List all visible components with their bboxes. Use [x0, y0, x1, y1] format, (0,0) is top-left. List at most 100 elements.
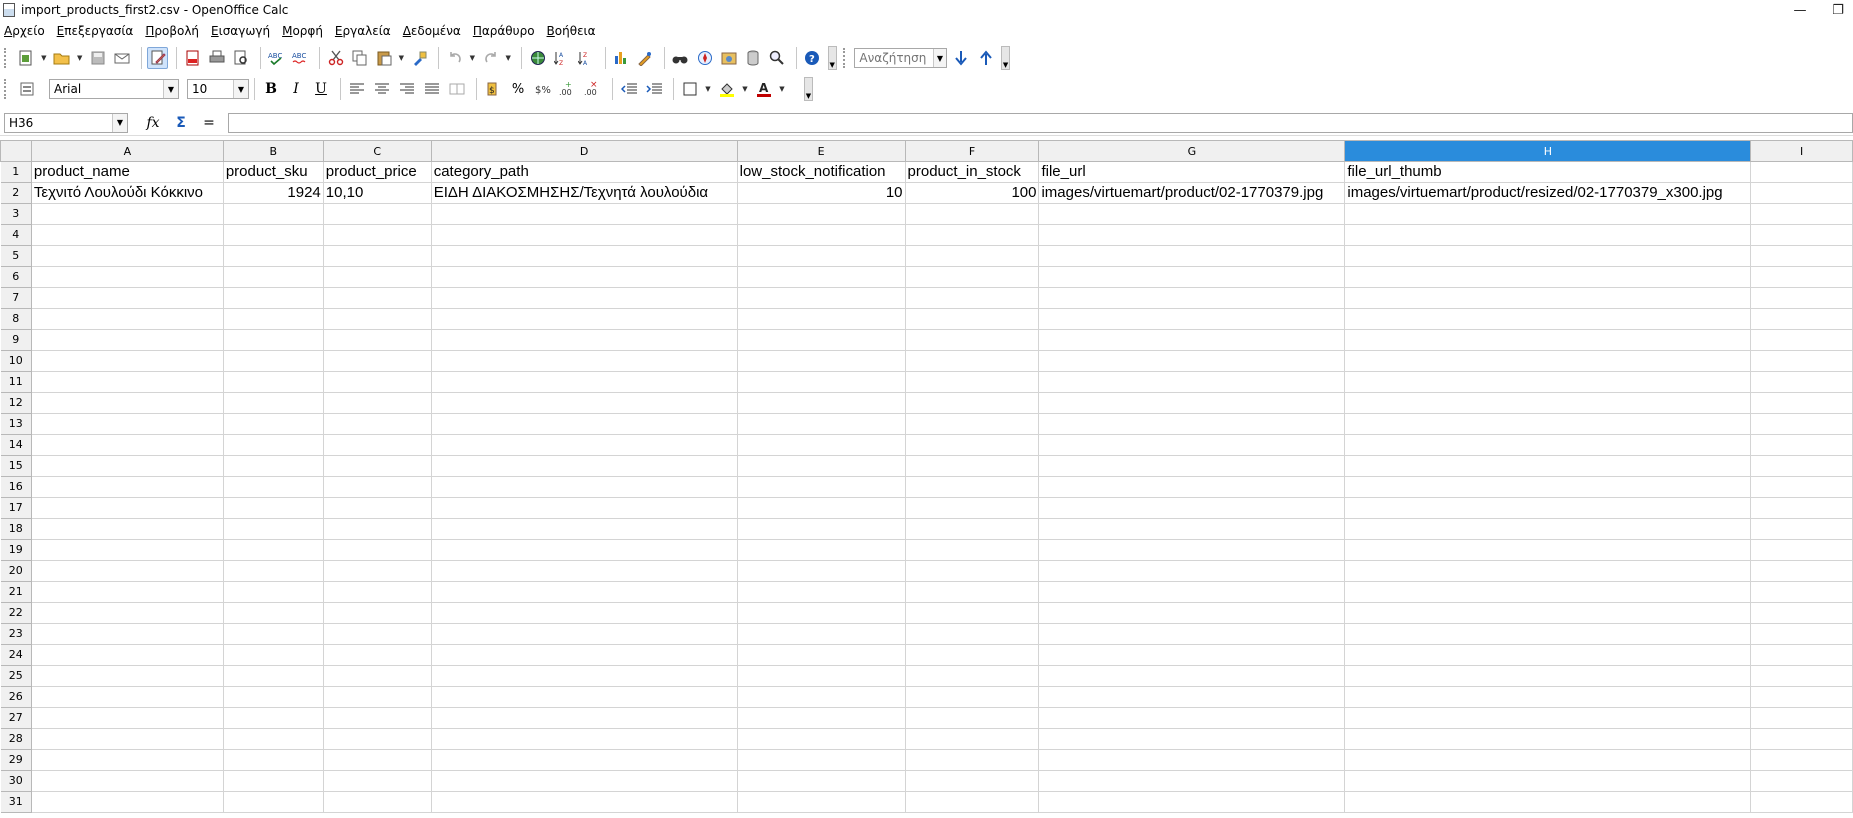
cell-f8[interactable] — [905, 308, 1040, 330]
cell-c3[interactable] — [323, 203, 432, 225]
background-color-dropdown-arrow[interactable]: ▼ — [741, 78, 749, 100]
cell-f29[interactable] — [905, 749, 1040, 771]
cell-i28[interactable] — [1750, 728, 1853, 750]
cell-i3[interactable] — [1750, 203, 1853, 225]
cell-d31[interactable] — [431, 791, 738, 813]
cell-g7[interactable] — [1038, 287, 1346, 309]
chevron-down-icon[interactable]: ▼ — [163, 80, 178, 98]
cell-b23[interactable] — [223, 623, 324, 645]
formula-equals-button[interactable]: = — [198, 112, 220, 134]
cell-d25[interactable] — [431, 665, 738, 687]
cell-c21[interactable] — [323, 581, 432, 603]
cell-b20[interactable] — [223, 560, 324, 582]
cell-f12[interactable] — [905, 392, 1040, 414]
open-dropdown-arrow[interactable]: ▼ — [76, 47, 84, 69]
cell-a19[interactable] — [31, 539, 224, 561]
cell-d8[interactable] — [431, 308, 738, 330]
font-color-dropdown-arrow[interactable]: ▼ — [778, 78, 786, 100]
cell-c17[interactable] — [323, 497, 432, 519]
cell-f15[interactable] — [905, 455, 1040, 477]
row-header[interactable]: 20 — [0, 560, 32, 582]
cell-e10[interactable] — [737, 350, 906, 372]
cell-a27[interactable] — [31, 707, 224, 729]
cell-g3[interactable] — [1038, 203, 1346, 225]
underline-button[interactable]: U — [310, 78, 332, 100]
copy-icon[interactable] — [349, 47, 370, 69]
row-header[interactable]: 16 — [0, 476, 32, 498]
cell-c20[interactable] — [323, 560, 432, 582]
cell-i9[interactable] — [1750, 329, 1853, 351]
help-icon[interactable]: ? — [802, 47, 823, 69]
cell-a10[interactable] — [31, 350, 224, 372]
cell-d6[interactable] — [431, 266, 738, 288]
cell-i19[interactable] — [1750, 539, 1853, 561]
cell-g1[interactable]: file_url — [1038, 161, 1346, 183]
cell-b28[interactable] — [223, 728, 324, 750]
show-draw-functions-icon[interactable] — [635, 47, 656, 69]
bold-button[interactable]: B — [260, 78, 282, 100]
cell-f2[interactable]: 100 — [905, 182, 1040, 204]
cell-i22[interactable] — [1750, 602, 1853, 624]
row-header[interactable]: 9 — [0, 329, 32, 351]
cell-d21[interactable] — [431, 581, 738, 603]
styles-formatting-icon[interactable] — [16, 78, 38, 100]
cell-d12[interactable] — [431, 392, 738, 414]
row-header[interactable]: 25 — [0, 665, 32, 687]
cell-e13[interactable] — [737, 413, 906, 435]
cell-c9[interactable] — [323, 329, 432, 351]
italic-button[interactable]: I — [285, 78, 307, 100]
cell-c26[interactable] — [323, 686, 432, 708]
menu-item-5[interactable]: Εργαλεία — [335, 24, 391, 38]
cell-g21[interactable] — [1038, 581, 1346, 603]
cell-g9[interactable] — [1038, 329, 1346, 351]
cell-f14[interactable] — [905, 434, 1040, 456]
cell-h10[interactable] — [1344, 350, 1752, 372]
align-center-icon[interactable] — [371, 78, 393, 100]
cell-f10[interactable] — [905, 350, 1040, 372]
cell-d27[interactable] — [431, 707, 738, 729]
cell-h14[interactable] — [1344, 434, 1752, 456]
column-header-f[interactable]: F — [905, 140, 1040, 162]
cell-b9[interactable] — [223, 329, 324, 351]
cell-f4[interactable] — [905, 224, 1040, 246]
column-header-a[interactable]: A — [31, 140, 224, 162]
cell-i30[interactable] — [1750, 770, 1853, 792]
cell-c19[interactable] — [323, 539, 432, 561]
spreadsheet-grid[interactable]: ABCDEFGHI 1 product_name product_sku produc… — [0, 140, 1853, 818]
justify-icon[interactable] — [421, 78, 443, 100]
cell-a28[interactable] — [31, 728, 224, 750]
redo-icon[interactable] — [480, 47, 501, 69]
cell-i13[interactable] — [1750, 413, 1853, 435]
cell-h5[interactable] — [1344, 245, 1752, 267]
cell-a24[interactable] — [31, 644, 224, 666]
cell-b5[interactable] — [223, 245, 324, 267]
cell-e17[interactable] — [737, 497, 906, 519]
cell-e27[interactable] — [737, 707, 906, 729]
cell-e22[interactable] — [737, 602, 906, 624]
zoom-icon[interactable] — [766, 47, 787, 69]
cell-h30[interactable] — [1344, 770, 1752, 792]
cell-c14[interactable] — [323, 434, 432, 456]
cell-i26[interactable] — [1750, 686, 1853, 708]
hyperlink-icon[interactable] — [527, 47, 548, 69]
menu-item-2[interactable]: Προβολή — [145, 24, 199, 38]
cell-b26[interactable] — [223, 686, 324, 708]
cell-b3[interactable] — [223, 203, 324, 225]
cell-b6[interactable] — [223, 266, 324, 288]
cell-c29[interactable] — [323, 749, 432, 771]
cell-e2[interactable]: 10 — [737, 182, 906, 204]
cell-e31[interactable] — [737, 791, 906, 813]
align-right-icon[interactable] — [396, 78, 418, 100]
cell-h15[interactable] — [1344, 455, 1752, 477]
cell-d7[interactable] — [431, 287, 738, 309]
paste-dropdown-arrow[interactable]: ▼ — [397, 47, 405, 69]
cell-g8[interactable] — [1038, 308, 1346, 330]
cell-c10[interactable] — [323, 350, 432, 372]
row-header[interactable]: 8 — [0, 308, 32, 330]
cell-h9[interactable] — [1344, 329, 1752, 351]
cell-e20[interactable] — [737, 560, 906, 582]
cell-h16[interactable] — [1344, 476, 1752, 498]
cell-b16[interactable] — [223, 476, 324, 498]
cell-h27[interactable] — [1344, 707, 1752, 729]
cell-e30[interactable] — [737, 770, 906, 792]
